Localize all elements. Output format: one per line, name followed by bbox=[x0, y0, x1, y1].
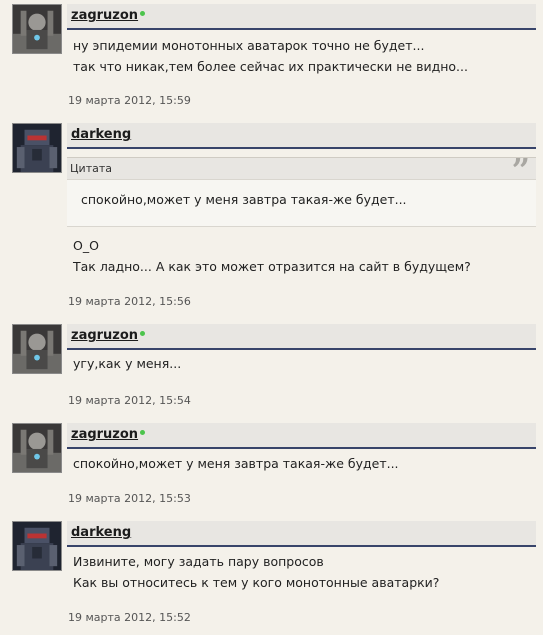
post-line: так что никак,тем более сейчас их практи… bbox=[73, 59, 468, 74]
post-date: 19 марта 2012, 15:53 bbox=[68, 492, 191, 505]
avatar[interactable] bbox=[12, 324, 62, 374]
post-line: ну эпидемии монотонных аватарок точно не… bbox=[73, 38, 425, 53]
username-text: zagruzon bbox=[71, 328, 139, 343]
online-status-icon bbox=[140, 331, 146, 336]
post-line: O_O bbox=[73, 238, 99, 253]
post-text: Извините, могу задать пару вопросов Как … bbox=[73, 551, 533, 593]
username-text: zagruzon bbox=[71, 427, 139, 442]
post-header: darkeng bbox=[67, 123, 536, 149]
post-line: Извините, могу задать пару вопросов bbox=[73, 554, 324, 569]
username-link[interactable]: zagruzon bbox=[71, 8, 146, 23]
username-link[interactable]: zagruzon bbox=[71, 328, 146, 343]
post-header: darkeng bbox=[67, 521, 536, 547]
online-status-icon bbox=[140, 11, 146, 16]
quote-body: спокойно,может у меня завтра такая-же бу… bbox=[67, 179, 536, 227]
post-text: O_O Так ладно... А как это может отразит… bbox=[73, 235, 533, 277]
username-link[interactable]: darkeng bbox=[71, 525, 131, 540]
online-status-icon bbox=[140, 430, 146, 435]
post-line: спокойно,может у меня завтра такая-же бу… bbox=[73, 456, 399, 471]
post-date: 19 марта 2012, 15:52 bbox=[68, 611, 191, 624]
avatar[interactable] bbox=[12, 423, 62, 473]
quote-label: Цитата bbox=[70, 162, 112, 175]
quote-header: Цитата ” bbox=[67, 154, 536, 186]
username-text: darkeng bbox=[71, 525, 132, 540]
post-text: спокойно,может у меня завтра такая-же бу… bbox=[73, 453, 533, 474]
avatar[interactable] bbox=[12, 4, 62, 54]
quote-text: спокойно,может у меня завтра такая-же бу… bbox=[81, 192, 407, 207]
username-link[interactable]: darkeng bbox=[71, 127, 131, 142]
username-link[interactable]: zagruzon bbox=[71, 427, 146, 442]
post-header: zagruzon bbox=[67, 324, 536, 350]
avatar[interactable] bbox=[12, 123, 62, 173]
post-line: Как вы относитесь к тем у кого монотонны… bbox=[73, 575, 440, 590]
quote-block: Цитата ” спокойно,может у меня завтра та… bbox=[67, 154, 536, 227]
post-line: угу,как у меня... bbox=[73, 356, 182, 371]
post-line: Так ладно... А как это может отразится н… bbox=[73, 259, 471, 274]
post-header: zagruzon bbox=[67, 4, 536, 30]
post-date: 19 марта 2012, 15:54 bbox=[68, 394, 191, 407]
post-text: угу,как у меня... bbox=[73, 353, 533, 374]
post-header: zagruzon bbox=[67, 423, 536, 449]
post-date: 19 марта 2012, 15:56 bbox=[68, 295, 191, 308]
avatar[interactable] bbox=[12, 521, 62, 571]
username-text: zagruzon bbox=[71, 8, 139, 23]
username-text: darkeng bbox=[71, 127, 132, 142]
post-date: 19 марта 2012, 15:59 bbox=[68, 94, 191, 107]
post-text: ну эпидемии монотонных аватарок точно не… bbox=[73, 35, 533, 77]
